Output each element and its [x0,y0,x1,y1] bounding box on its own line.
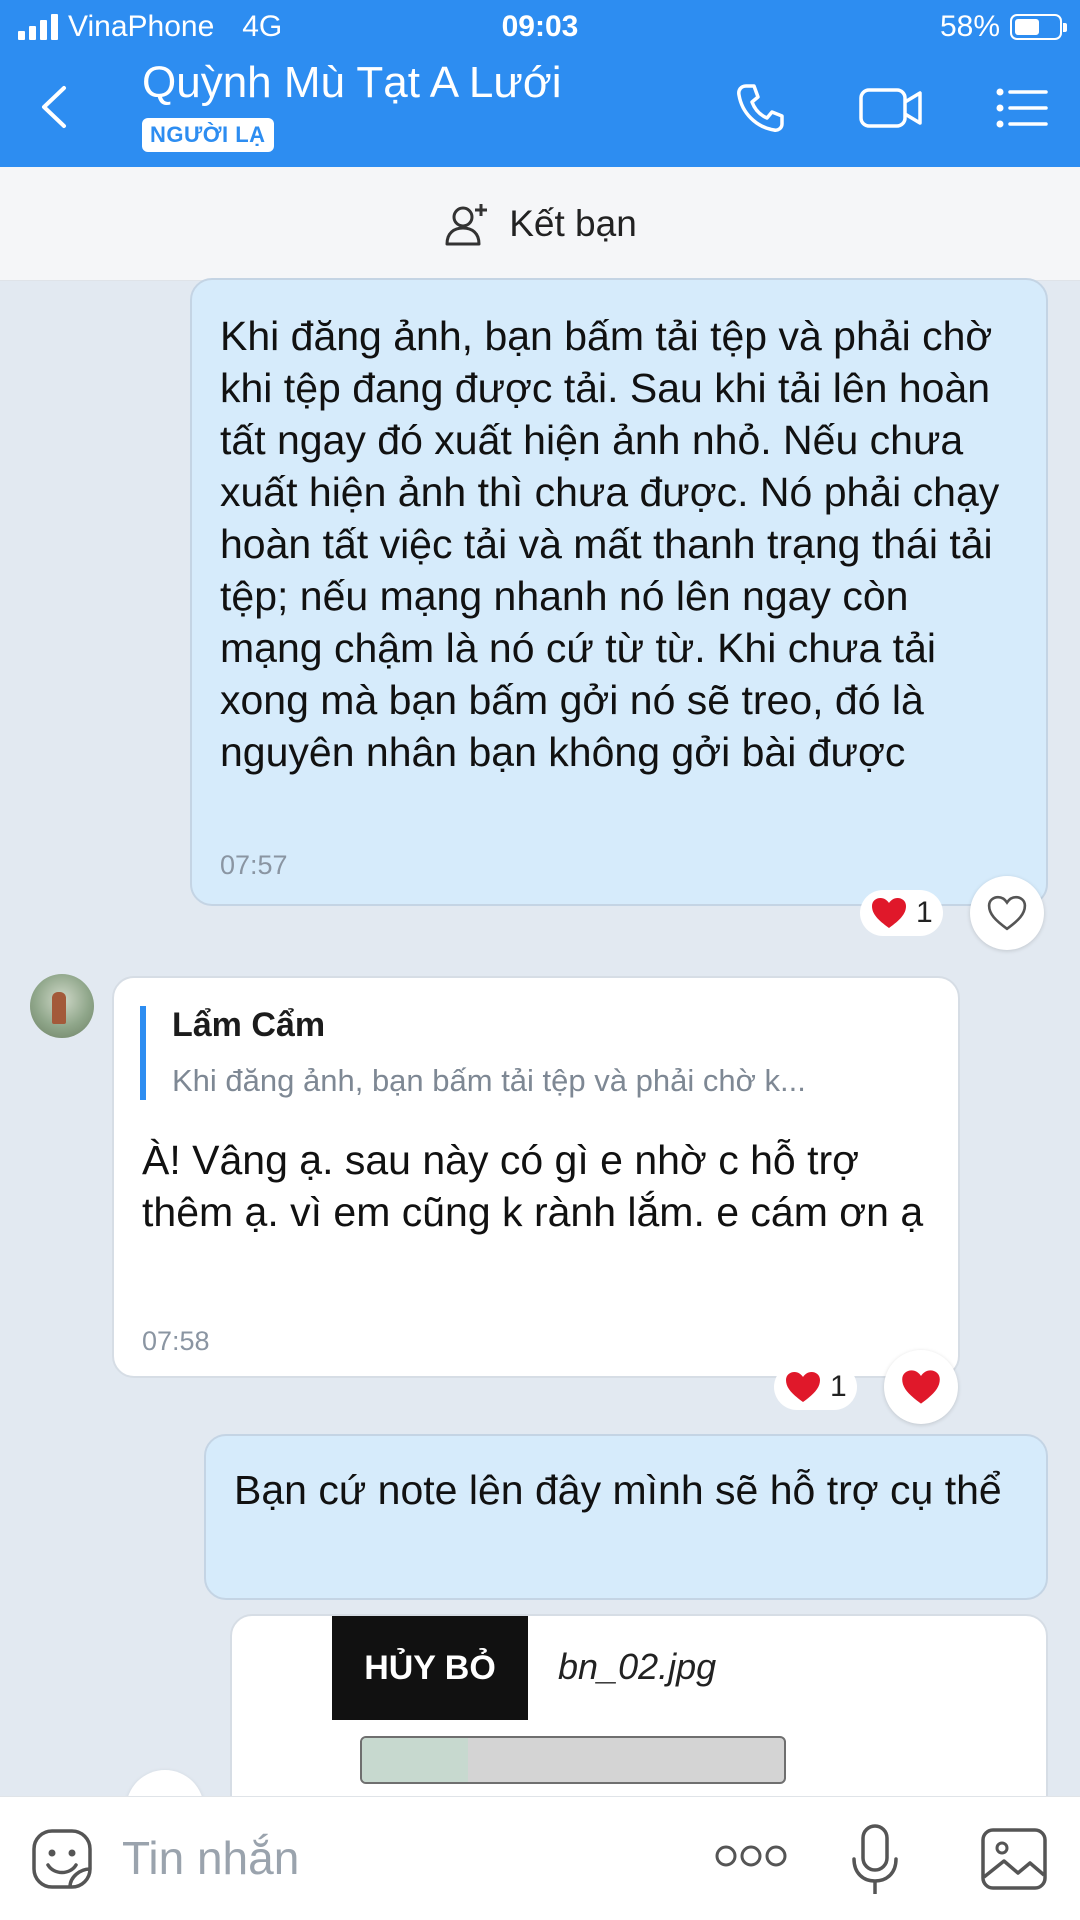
cancel-upload-button[interactable]: HỦY BỎ [332,1616,528,1720]
file-name: bn_02.jpg [558,1646,717,1687]
message-text: Khi đăng ảnh, bạn bấm tải tệp và phải ch… [220,313,1000,775]
avatar[interactable] [30,974,94,1038]
add-friend-button[interactable]: Kết bạn [0,167,1080,281]
add-friend-label: Kết bạn [509,202,637,244]
reaction-count: 1 [830,1370,847,1403]
battery-percent: 58% [939,10,1000,43]
upload-progress-fill [362,1738,468,1782]
heart-icon [902,1370,940,1404]
add-friend-icon [445,203,488,245]
stranger-badge: NGƯỜI LẠ [142,118,274,152]
message-bubble-outgoing[interactable]: Khi đăng ảnh, bạn bấm tải tệp và phải ch… [190,278,1048,906]
video-call-icon[interactable] [858,80,924,136]
clock: 09:03 [501,10,579,43]
sticker-icon[interactable] [30,1827,94,1891]
like-button[interactable] [970,876,1044,950]
message-composer [0,1796,1080,1920]
more-options-icon[interactable] [714,1841,788,1871]
menu-icon[interactable] [994,80,1050,136]
message-text: À! Vâng ạ. sau này có gì e nhờ c hỗ trợ … [142,1137,924,1235]
upload-progress-bar [360,1736,786,1784]
image-icon[interactable] [980,1827,1048,1891]
battery-icon [1010,14,1067,40]
back-arrow-icon[interactable] [36,82,76,132]
reaction-summary[interactable]: 1 [860,890,943,936]
quote-text: Khi đăng ảnh, bạn bấm tải tệp và phải ch… [172,1063,806,1098]
quote-author: Lẩm Cẩm [172,1006,326,1044]
message-bubble-outgoing[interactable]: Bạn cứ note lên đây mình sẽ hỗ trợ cụ th… [204,1434,1048,1600]
heart-outline-icon [987,895,1027,931]
phone-icon[interactable] [732,80,788,136]
heart-icon [872,898,906,928]
microphone-icon[interactable] [850,1823,900,1897]
reaction-count: 1 [916,896,933,929]
chat-header: VinaPhone 4G 09:03 58% Quỳnh Mù Tạt A Lư… [0,0,1080,167]
heart-icon [786,1372,820,1402]
contact-name[interactable]: Quỳnh Mù Tạt A Lưới [142,58,561,108]
like-button[interactable] [884,1350,958,1424]
quoted-message[interactable]: Lẩm Cẩm Khi đăng ảnh, bạn bấm tải tệp và… [140,1006,930,1100]
reaction-summary[interactable]: 1 [774,1364,857,1410]
status-bar: VinaPhone 4G 09:03 58% [0,0,1080,52]
file-upload-card: HỦY BỎ bn_02.jpg [230,1614,1048,1814]
message-time: 07:58 [142,1326,210,1356]
message-text: Bạn cứ note lên đây mình sẽ hỗ trợ cụ th… [234,1467,1002,1513]
message-time: 07:57 [220,850,288,880]
message-input[interactable] [122,1825,662,1891]
